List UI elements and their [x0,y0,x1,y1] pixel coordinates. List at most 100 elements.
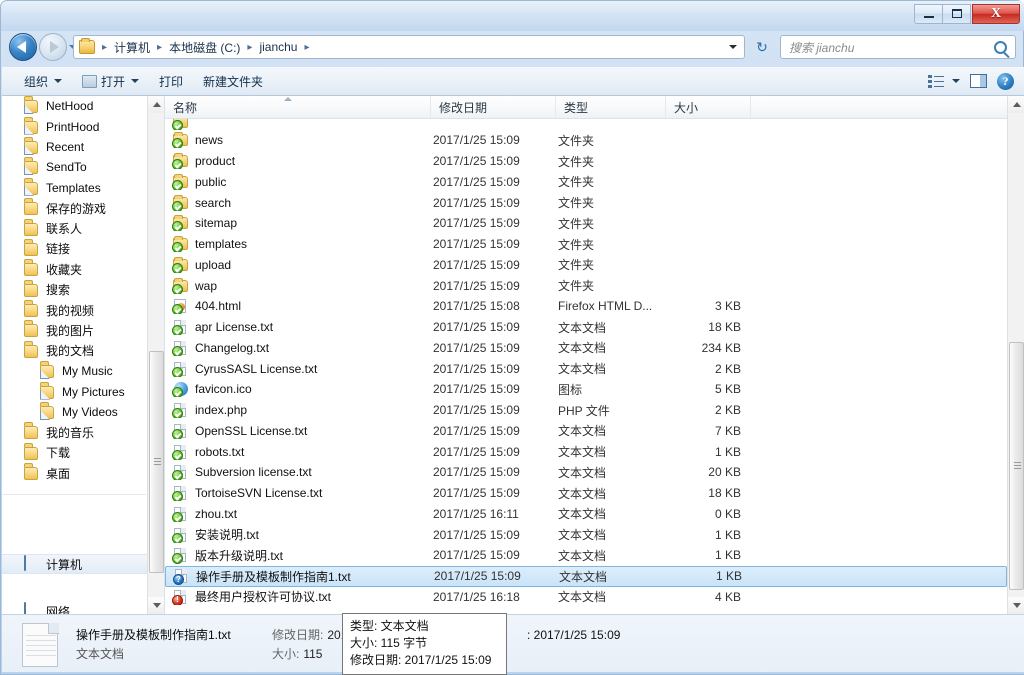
table-row[interactable]: sitemap 2017/1/25 15:09 文件夹 [165,213,1007,234]
details-size-label: 大小: [272,646,300,661]
cell-name: 404.html [165,298,431,315]
table-row[interactable]: wap 2017/1/25 15:09 文件夹 [165,275,1007,296]
organize-button[interactable]: 组织 [16,69,70,93]
forward-button[interactable] [39,33,67,61]
table-row[interactable]: TortoiseSVN License.txt 2017/1/25 15:09 文本… [165,483,1007,504]
file-list-scrollbar[interactable] [1007,96,1024,614]
sidebar-item-network[interactable]: 网络 [2,601,147,614]
back-button[interactable] [9,33,37,61]
column-header-date[interactable]: 修改日期 [431,96,556,119]
table-row[interactable]: OpenSSL License.txt 2017/1/25 15:09 文本文档 7 … [165,421,1007,442]
cell-date: 2017/1/25 15:09 [433,527,520,542]
minimize-button[interactable] [914,3,943,24]
sidebar-item-0[interactable]: NetHood [2,96,147,116]
table-row-partial[interactable] [165,119,1007,130]
breadcrumb-jianchu[interactable]: jianchu [256,38,300,56]
sidebar-item-15[interactable]: My Videos [2,402,147,422]
sidebar-item-8[interactable]: 收藏夹 [2,259,147,279]
table-row[interactable]: upload 2017/1/25 15:09 文件夹 [165,255,1007,276]
sidebar-scroll-down-button[interactable] [148,597,164,614]
sidebar-item-label: My Music [62,364,113,379]
column-header-type[interactable]: 类型 [556,96,666,119]
table-row[interactable]: product 2017/1/25 15:09 文件夹 [165,151,1007,172]
list-scroll-up-button[interactable] [1008,96,1024,113]
scroll-grip-icon [154,458,161,466]
help-icon[interactable]: ? [997,72,1014,90]
sidebar-item-2[interactable]: Recent [2,137,147,157]
table-row[interactable]: Changelog.txt 2017/1/25 15:09 文本文档 234 KB [165,338,1007,359]
column-label: 类型 [564,101,589,115]
sidebar-item-4[interactable]: Templates [2,178,147,198]
breadcrumb-computer[interactable]: 计算机 [111,37,153,58]
navigation-buttons [9,33,79,61]
breadcrumb-local-disk[interactable]: 本地磁盘 (C:) [166,37,243,58]
search-input[interactable]: 搜索 jianchu [780,35,1016,59]
folder-check-icon [172,236,189,253]
sidebar-scroll-thumb[interactable] [149,351,164,573]
sidebar-item-10[interactable]: 我的视频 [2,300,147,320]
sidebar-item-1[interactable]: PrintHood [2,116,147,136]
folder-check-icon [172,153,189,170]
explorer-body: NetHood PrintHood Recent SendTo Templates 保存的… [2,96,1024,614]
table-row[interactable]: 404.html 2017/1/25 15:08 Firefox HTML D...… [165,296,1007,317]
preview-pane-icon[interactable] [970,74,987,88]
sidebar-scrollbar[interactable] [147,96,164,614]
sidebar-item-7[interactable]: 链接 [2,239,147,259]
sidebar-item-12[interactable]: 我的文档 [2,341,147,361]
views-icon[interactable] [928,74,944,88]
sidebar-item-5[interactable]: 保存的游戏 [2,198,147,218]
sidebar-scroll-up-button[interactable] [148,96,164,113]
list-scroll-thumb[interactable] [1009,342,1024,590]
sidebar-item-9[interactable]: 搜索 [2,280,147,300]
refresh-button[interactable]: ↻ [749,35,775,59]
list-scroll-down-button[interactable] [1008,597,1024,614]
table-row[interactable]: zhou.txt 2017/1/25 16:11 文本文档 0 KB [165,504,1007,525]
print-button[interactable]: 打印 [151,69,191,93]
table-row[interactable]: CyrusSASL License.txt 2017/1/25 15:09 文本文档… [165,358,1007,379]
table-row[interactable]: index.php 2017/1/25 15:09 PHP 文件 2 KB [165,400,1007,421]
sidebar-item-13[interactable]: My Music [2,361,147,381]
new-folder-label: 新建文件夹 [203,74,264,89]
sidebar-item-14[interactable]: My Pictures [2,381,147,401]
table-row[interactable]: 版本升级说明.txt 2017/1/25 15:09 文本文档 1 KB [165,545,1007,566]
table-row[interactable]: favicon.ico 2017/1/25 15:09 图标 5 KB [165,379,1007,400]
table-row[interactable]: Subversion license.txt 2017/1/25 15:09 文本文… [165,462,1007,483]
column-header-size[interactable]: 大小 [666,96,751,119]
table-row[interactable]: search 2017/1/25 15:09 文件夹 [165,192,1007,213]
sidebar-item-label: My Videos [62,405,118,420]
address-dropdown-button[interactable] [722,36,744,58]
search-icon [994,40,1007,54]
cell-date: 2017/1/25 15:08 [433,299,520,314]
address-bar[interactable]: ▸ 计算机 ▸ 本地磁盘 (C:) ▸ jianchu ▸ [73,35,745,59]
cell-date: 2017/1/25 15:09 [433,216,520,231]
table-row[interactable]: ? 操作手册及模板制作指南1.txt 2017/1/25 15:09 文本文档 1 KB [165,565,1007,587]
file-name: upload [195,257,232,272]
close-button[interactable]: X [972,3,1020,24]
sidebar-item-computer[interactable]: 计算机 [2,554,147,575]
close-icon: X [990,5,1002,21]
table-row[interactable]: news 2017/1/25 15:09 文件夹 [165,130,1007,151]
new-folder-button[interactable]: 新建文件夹 [195,69,271,93]
sidebar-item-17[interactable]: 下载 [2,443,147,463]
folder-icon [24,343,40,359]
table-row[interactable]: robots.txt 2017/1/25 15:09 文本文档 1 KB [165,441,1007,462]
table-row[interactable]: templates 2017/1/25 15:09 文件夹 [165,234,1007,255]
views-chevron-down-icon[interactable] [952,79,960,83]
details-line-2: 文本文档 [76,645,1024,664]
folder-check-icon [172,194,189,211]
sidebar-item-18[interactable]: 桌面 [2,463,147,483]
sidebar-item-11[interactable]: 我的图片 [2,320,147,340]
table-row[interactable]: public 2017/1/25 15:09 文件夹 [165,172,1007,193]
sidebar-item-16[interactable]: 我的音乐 [2,422,147,442]
cell-type: 文本文档 [559,569,608,584]
maximize-button[interactable] [942,3,971,24]
sidebar-item-3[interactable]: SendTo [2,157,147,177]
file-name: news [195,133,224,148]
sidebar-item-6[interactable]: 联系人 [2,218,147,238]
column-header-name[interactable]: 名称 [165,96,431,119]
table-row[interactable]: apr License.txt 2017/1/25 15:09 文本文档 18 KB [165,317,1007,338]
table-row[interactable]: ! 最终用户授权许可协议.txt 2017/1/25 16:18 文本文档 4 KB [165,587,1007,608]
file-rows-container: news 2017/1/25 15:09 文件夹 product 2017/1/25 1… [165,119,1007,614]
table-row[interactable]: 安装说明.txt 2017/1/25 15:09 文本文档 1 KB [165,524,1007,545]
open-button[interactable]: 打开 [74,69,147,93]
